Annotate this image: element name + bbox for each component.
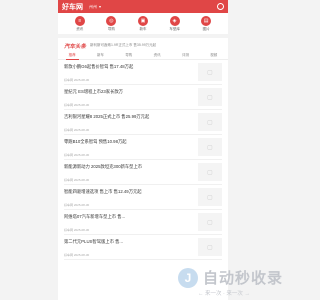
category-car[interactable]: ▣ 新车 — [131, 16, 155, 32]
tab-1[interactable]: 新车 — [94, 52, 107, 59]
category-image[interactable]: ▤ 图片 — [194, 16, 218, 32]
article-title[interactable]: 新能源新动力 2025款坦克300新车型上市 — [64, 164, 188, 170]
article-meta: 好车网 2025-08-30 — [64, 128, 90, 132]
article-title[interactable]: 吉利银河星耀8 2025正式上市 售25.99万元起 — [64, 114, 188, 120]
chevron-down-icon[interactable]: ▾ — [99, 4, 101, 9]
category-label: 资讯 — [76, 27, 84, 31]
article-title[interactable]: 阿维塔07汽车新增车型上市 售... — [64, 214, 188, 220]
tab-2[interactable]: 导购 — [122, 52, 135, 59]
image-placeholder-icon[interactable]: ▢ — [198, 113, 222, 131]
list-item[interactable]: 阿维塔07汽车新增车型上市 售... 好车网 2025-08-30 ▢ — [64, 210, 222, 235]
model-icon: ◈ — [169, 16, 180, 26]
article-title[interactable]: 智能四驱增速选项 售上市 售12.49万元起 — [64, 189, 188, 195]
list-item[interactable]: 新能源新动力 2025款坦克300新车型上市 好车网 2025-08-30 ▢ — [64, 160, 222, 185]
category-nav: ≡ 资讯 ◎ 导购 ▣ 新车 ◈ 车型库 ▤ 图片 — [58, 13, 228, 38]
image-icon: ▤ — [201, 16, 212, 26]
image-placeholder-icon[interactable]: ▢ — [198, 138, 222, 156]
watermark-logo-icon: J — [178, 268, 198, 288]
image-placeholder-icon[interactable]: ▢ — [198, 88, 222, 106]
image-placeholder-icon[interactable]: ▢ — [198, 238, 222, 256]
user-icon[interactable] — [217, 3, 224, 10]
news-icon: ≡ — [74, 16, 85, 26]
watermark-title: 自动秒收录 — [203, 270, 284, 287]
image-placeholder-icon[interactable]: ▢ — [198, 163, 222, 181]
news-tabs: 推荐 新车 导购 资讯 评测 视频 — [58, 52, 228, 60]
main-content: ≡ 资讯 ◎ 导购 ▣ 新车 ◈ 车型库 ▤ 图片 汽车头条 新利斯可鑫蛛1.9R正式上市 售35… — [58, 13, 228, 300]
site-logo[interactable]: 好车网 — [62, 2, 83, 12]
headline-brand: 汽车头条 — [64, 43, 87, 50]
article-title[interactable]: 零跑B10全系智驾 预售10.98万起 — [64, 139, 188, 145]
article-list: 新款小鹏G6起售价智驾 售17.48万起 好车网 2025-08-30 ▢ 星纪元 E… — [58, 60, 228, 260]
headline-text[interactable]: 新利斯可鑫蛛1.9R正式上市 售35.99万元起 — [90, 43, 156, 48]
category-label: 新车 — [139, 27, 147, 31]
article-title[interactable]: 新款小鹏G6起售价智驾 售17.48万起 — [64, 64, 188, 70]
article-meta: 好车网 2025-08-30 — [64, 153, 90, 157]
car-icon: ▣ — [137, 16, 148, 26]
article-meta: 好车网 2025-08-30 — [64, 178, 90, 182]
category-guide[interactable]: ◎ 导购 — [99, 16, 123, 32]
article-meta: 好车网 2025-08-30 — [64, 228, 90, 232]
location-selector[interactable]: 州州 — [89, 4, 97, 10]
headline-bar[interactable]: 汽车头条 新利斯可鑫蛛1.9R正式上市 售35.99万元起 — [58, 40, 228, 51]
watermark-subtitle: ← 来一次 · 来一次 → — [198, 291, 250, 297]
list-item[interactable]: 新款小鹏G6起售价智驾 售17.48万起 好车网 2025-08-30 ▢ — [64, 60, 222, 85]
article-meta: 好车网 2025-08-30 — [64, 253, 90, 257]
guide-icon: ◎ — [106, 16, 117, 26]
category-news[interactable]: ≡ 资讯 — [68, 16, 92, 32]
tab-5[interactable]: 视频 — [207, 52, 220, 59]
article-meta: 好车网 2025-08-30 — [64, 103, 90, 107]
top-nav-bar: 好车网 州州 ▾ — [58, 0, 228, 13]
list-item[interactable]: 吉利银河星耀8 2025正式上市 售25.99万元起 好车网 2025-08-30… — [64, 110, 222, 135]
tab-0[interactable]: 推荐 — [65, 52, 79, 60]
tab-3[interactable]: 资讯 — [151, 52, 164, 59]
list-item[interactable]: 零跑B10全系智驾 预售10.98万起 好车网 2025-08-30 ▢ — [64, 135, 222, 160]
list-item[interactable]: 智能四驱增速选项 售上市 售12.49万元起 好车网 2025-08-30 ▢ — [64, 185, 222, 210]
category-label: 图片 — [202, 27, 210, 31]
image-placeholder-icon[interactable]: ▢ — [198, 63, 222, 81]
article-title[interactable]: 星纪元 ES增程上市23家长款万 — [64, 89, 188, 95]
category-label: 车型库 — [169, 27, 180, 31]
category-label: 导购 — [107, 27, 115, 31]
article-meta: 好车网 2025-08-30 — [64, 203, 90, 207]
article-meta: 好车网 2025-08-30 — [64, 78, 90, 82]
list-item[interactable]: 星纪元 ES增程上市23家长款万 好车网 2025-08-30 ▢ — [64, 85, 222, 110]
image-placeholder-icon[interactable]: ▢ — [198, 213, 222, 231]
category-model[interactable]: ◈ 车型库 — [163, 16, 187, 32]
watermark: J 自动秒收录 ← 来一次 · 来一次 → — [178, 266, 298, 300]
list-item[interactable]: 第二代元PLUS智驾版上市 售... 好车网 2025-08-30 ▢ — [64, 235, 222, 260]
tab-4[interactable]: 评测 — [179, 52, 192, 59]
image-placeholder-icon[interactable]: ▢ — [198, 188, 222, 206]
article-title[interactable]: 第二代元PLUS智驾版上市 售... — [64, 239, 188, 245]
